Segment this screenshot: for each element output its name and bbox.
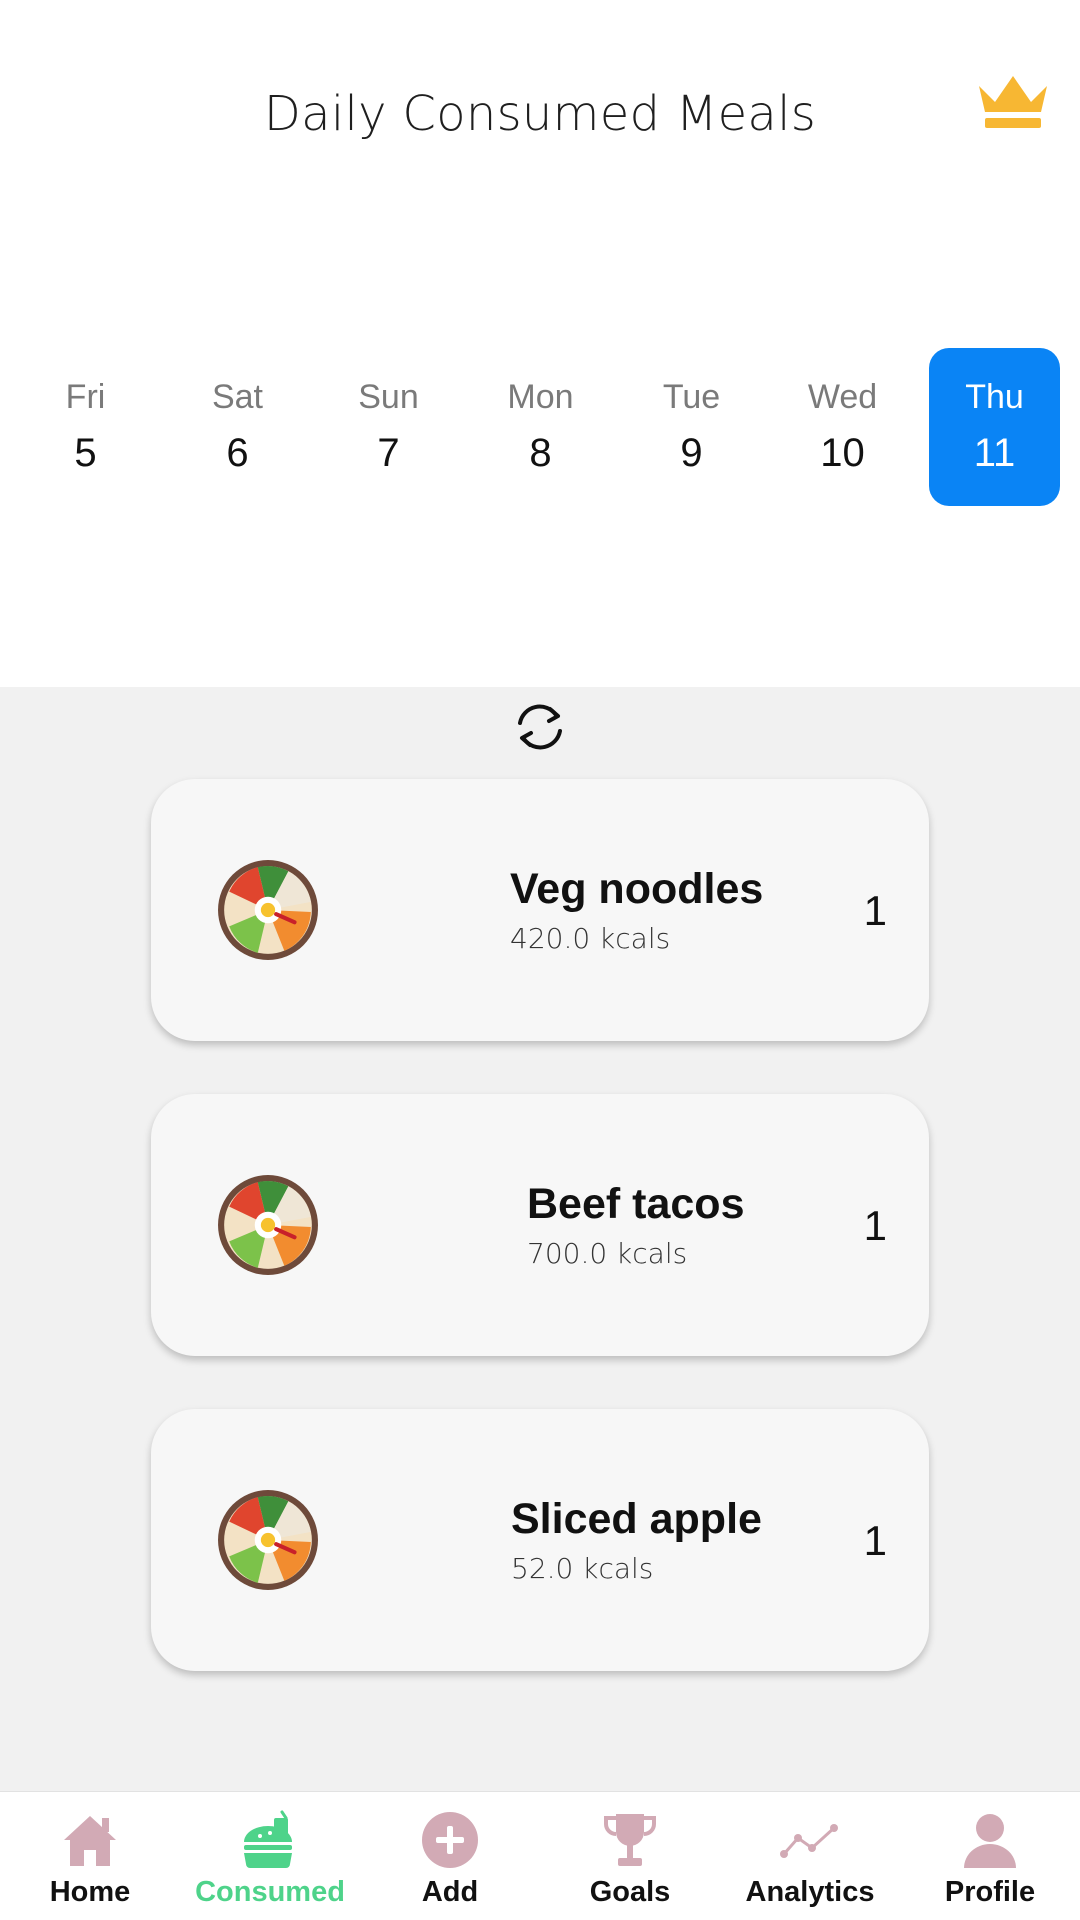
day-number: 9 <box>680 431 703 475</box>
header: Daily Consumed Meals Fri 5 Sat 6 Sun 7 M… <box>0 0 1080 687</box>
meal-quantity: 1 <box>863 1202 887 1249</box>
day-fri[interactable]: Fri 5 <box>20 348 151 506</box>
meal-info: Beef tacos 700.0 kcals <box>527 1180 744 1270</box>
meal-card[interactable]: Beef tacos 700.0 kcals 1 <box>151 1094 929 1356</box>
nav-label: Profile <box>944 1876 1036 1908</box>
day-tue[interactable]: Tue 9 <box>626 348 757 506</box>
nav-home[interactable]: Home <box>0 1792 180 1920</box>
day-number: 7 <box>377 431 400 475</box>
meal-list: Veg noodles 420.0 kcals 1 Beef tacos 700… <box>0 687 1080 1791</box>
day-mon[interactable]: Mon 8 <box>475 348 606 506</box>
day-wed[interactable]: Wed 10 <box>777 348 908 506</box>
nav-label: Analytics <box>745 1876 875 1908</box>
meal-kcals: 700.0 kcals <box>527 1237 688 1270</box>
day-thu-selected[interactable]: Thu 11 <box>929 348 1060 506</box>
day-sat[interactable]: Sat 6 <box>172 348 303 506</box>
bottom-nav: Home Consumed Add Goals Analytics Profil… <box>0 1791 1080 1920</box>
food-bowl-icon <box>218 1490 318 1590</box>
add-icon <box>422 1812 478 1868</box>
day-number: 5 <box>74 431 97 475</box>
nav-goals[interactable]: Goals <box>540 1792 720 1920</box>
meal-name: Veg noodles <box>510 865 764 913</box>
trophy-icon <box>604 1814 656 1866</box>
day-name: Mon <box>507 378 574 416</box>
day-number: 6 <box>226 431 249 475</box>
day-number: 11 <box>973 431 1016 475</box>
meal-card[interactable]: Veg noodles 420.0 kcals 1 <box>151 779 929 1041</box>
analytics-icon <box>780 1824 838 1858</box>
week-strip: Fri 5 Sat 6 Sun 7 Mon 8 Tue 9 Wed 10 Thu… <box>0 348 1080 506</box>
meal-kcals: 52.0 kcals <box>511 1552 654 1585</box>
home-icon <box>64 1816 116 1866</box>
nav-label: Add <box>421 1876 479 1908</box>
nav-label: Home <box>49 1876 131 1908</box>
nav-analytics[interactable]: Analytics <box>720 1792 900 1920</box>
meal-info: Veg noodles 420.0 kcals <box>510 865 763 955</box>
nav-label: Goals <box>589 1876 671 1908</box>
food-bowl-icon <box>218 1175 318 1275</box>
day-name: Sun <box>358 378 419 416</box>
refresh-icon[interactable] <box>510 697 570 757</box>
day-name: Tue <box>662 378 721 416</box>
day-number: 8 <box>529 431 552 475</box>
nav-profile[interactable]: Profile <box>900 1792 1080 1920</box>
day-name: Fri <box>65 378 106 416</box>
meal-quantity: 1 <box>863 887 887 934</box>
nav-consumed[interactable]: Consumed <box>180 1792 360 1920</box>
meal-name: Beef tacos <box>527 1180 745 1228</box>
consumed-icon <box>244 1810 292 1868</box>
page-title: Daily Consumed Meals <box>263 86 817 142</box>
profile-icon <box>964 1814 1016 1868</box>
meal-info: Sliced apple 52.0 kcals <box>511 1495 762 1585</box>
day-name: Sat <box>211 378 264 416</box>
crown-icon[interactable] <box>975 72 1051 132</box>
nav-label: Consumed <box>195 1876 345 1908</box>
meal-name: Sliced apple <box>511 1495 762 1543</box>
meal-kcals: 420.0 kcals <box>510 922 671 955</box>
day-name: Thu <box>965 378 1024 416</box>
nav-add[interactable]: Add <box>360 1792 540 1920</box>
day-number: 10 <box>820 431 865 475</box>
meal-card[interactable]: Sliced apple 52.0 kcals 1 <box>151 1409 929 1671</box>
meal-quantity: 1 <box>863 1517 887 1564</box>
food-bowl-icon <box>218 860 318 960</box>
day-name: Wed <box>807 378 878 416</box>
day-sun[interactable]: Sun 7 <box>323 348 454 506</box>
